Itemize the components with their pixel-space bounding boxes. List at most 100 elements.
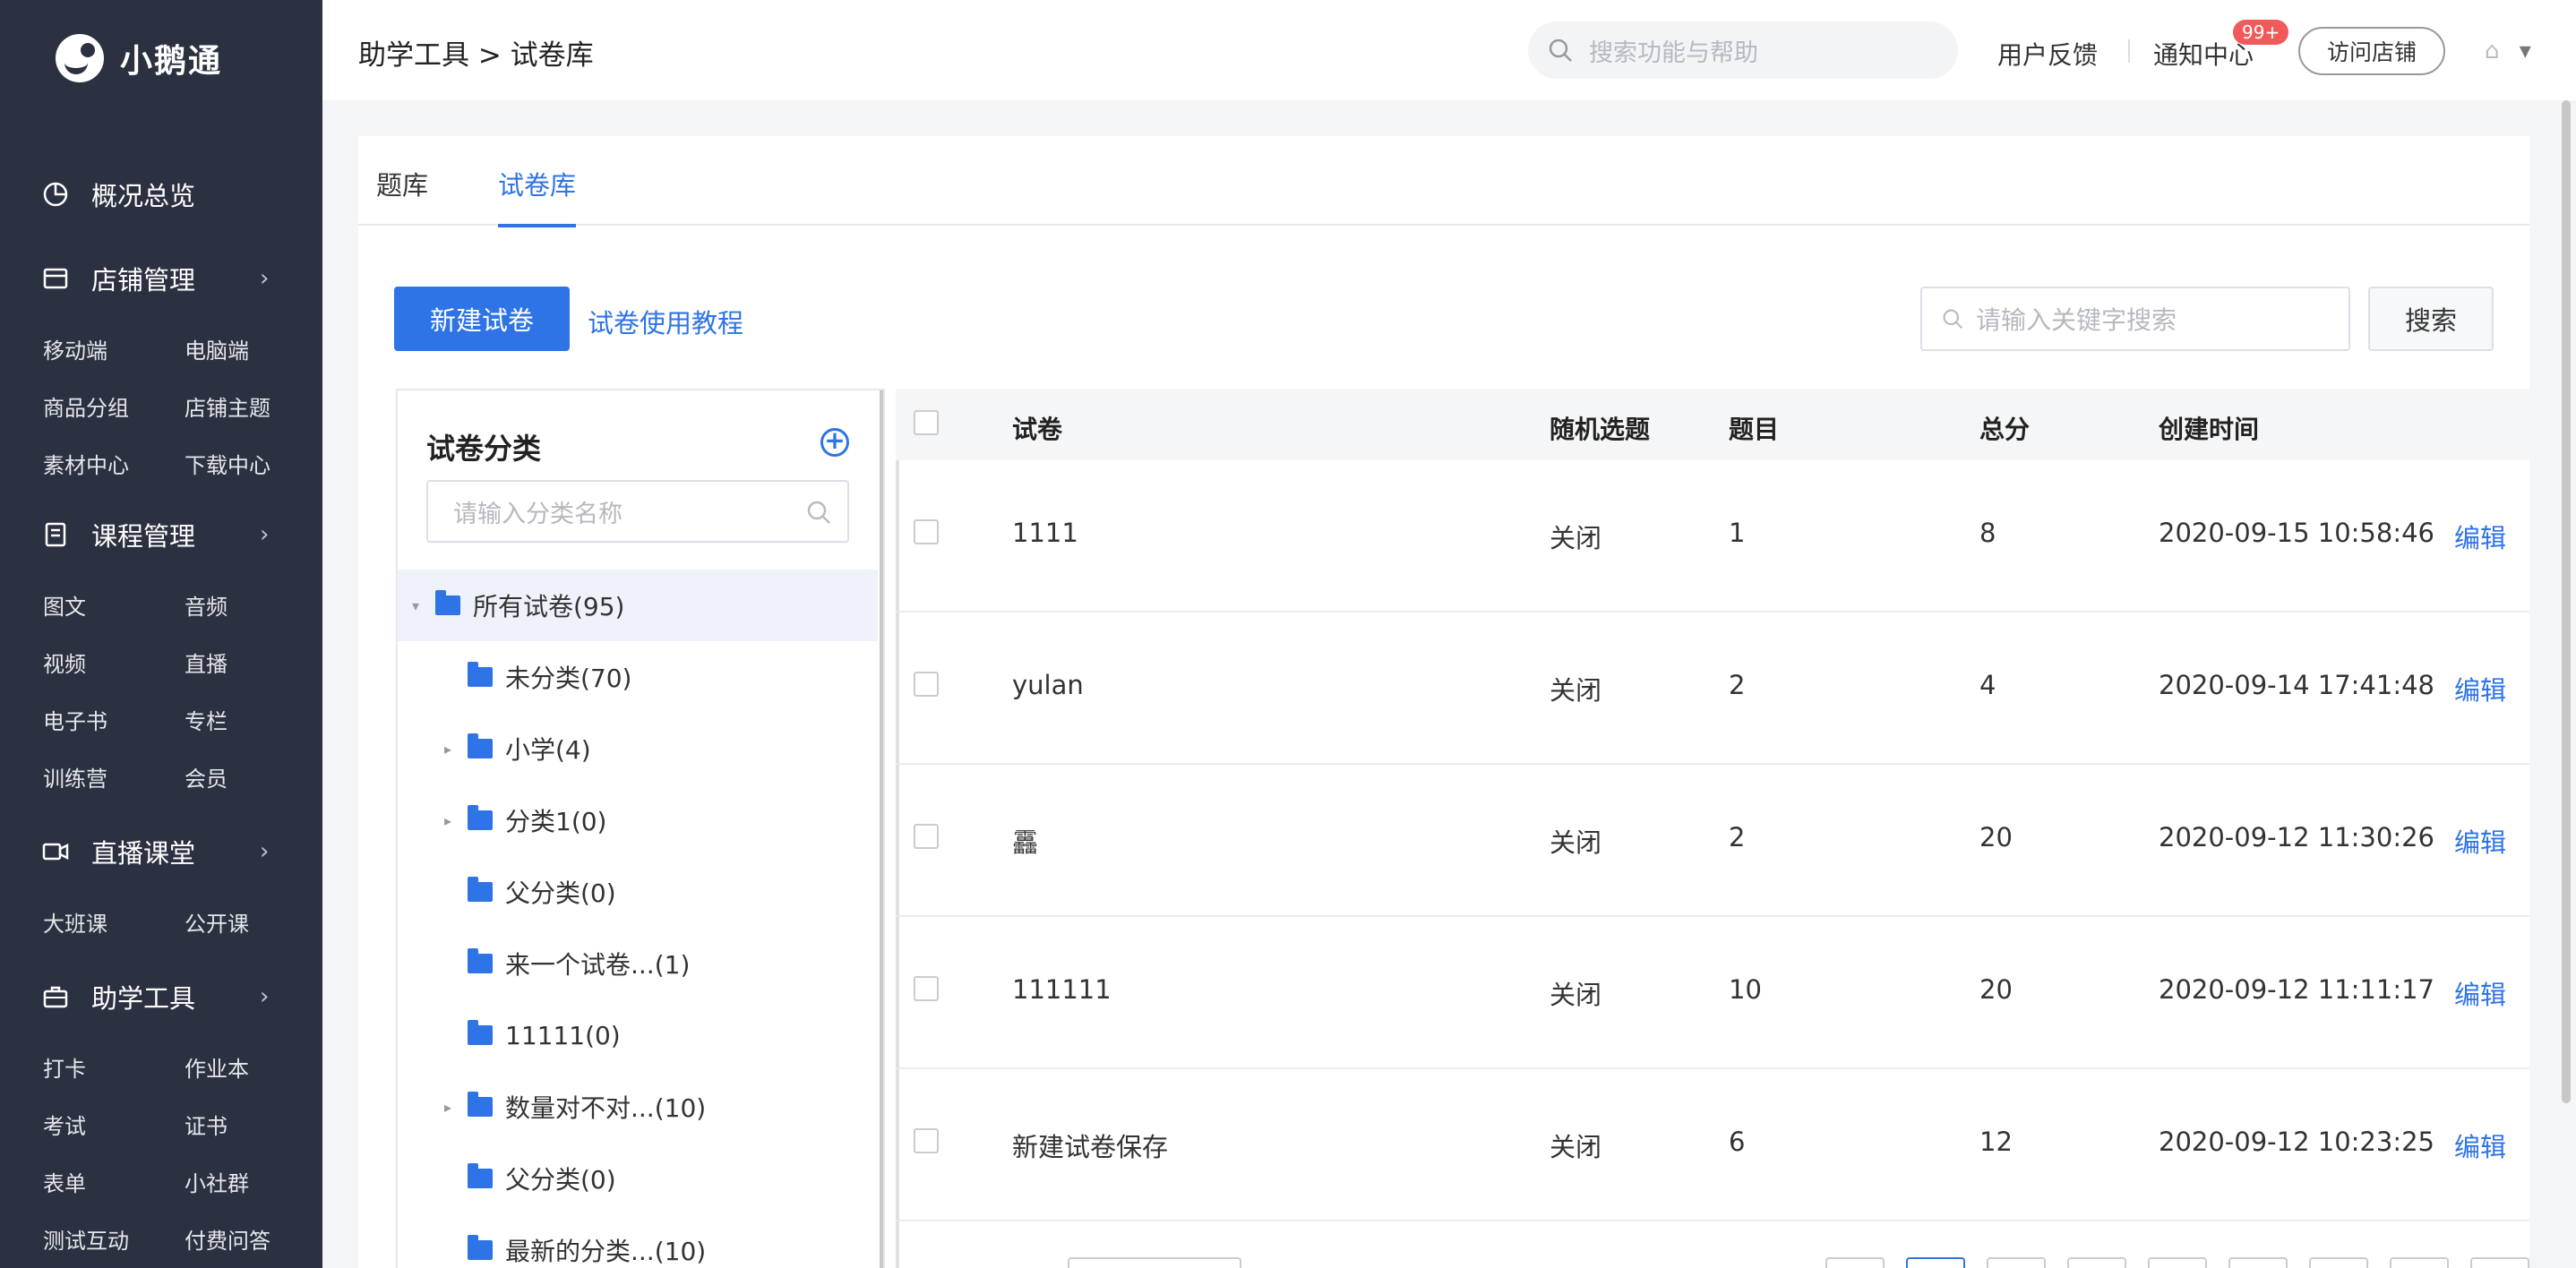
edit-link[interactable]: 编辑 (2454, 822, 2506, 860)
category-label: 父分类(0) (505, 1165, 616, 1195)
sidebar-item[interactable]: 训练营 (43, 761, 107, 792)
page-scrollbar[interactable] (2562, 100, 2571, 1103)
row-checkbox[interactable] (914, 519, 939, 544)
pagination-prev[interactable] (1825, 1257, 1885, 1268)
sidebar-item[interactable]: 大班课 (43, 906, 107, 938)
row-checkbox[interactable] (914, 1128, 939, 1153)
sidebar-item[interactable]: 小社群 (185, 1166, 249, 1197)
category-search-input[interactable]: 请输入分类名称 (426, 480, 849, 543)
app-name: 小鹅通 (120, 43, 223, 80)
new-paper-button[interactable]: 新建试卷 (394, 287, 570, 351)
paper-name: 新建试卷保存 (1012, 1132, 1169, 1162)
row-checkbox[interactable] (914, 976, 939, 1001)
sidebar-item[interactable]: 直播 (185, 647, 228, 678)
feedback-link[interactable]: 用户反馈 (1997, 36, 2098, 72)
sidebar-item[interactable]: 公开课 (185, 906, 249, 938)
paper-tutorial-link[interactable]: 试卷使用教程 (588, 303, 743, 340)
sidebar-item[interactable]: 图文 (43, 589, 86, 621)
sidebar-item[interactable]: 电脑端 (185, 333, 249, 364)
category-tree-item[interactable]: 来一个试卷...(1) (398, 928, 878, 999)
caret-right-icon[interactable]: ▸ (444, 741, 459, 758)
search-button[interactable]: 搜索 (2368, 287, 2494, 351)
category-tree-item[interactable]: ▸ 数量对不对...(10) (398, 1071, 878, 1143)
row-checkbox[interactable] (914, 824, 939, 849)
sidebar-item[interactable]: 专栏 (185, 704, 228, 735)
sidebar-item[interactable]: 下载中心 (185, 448, 270, 479)
keyword-search-input[interactable]: 请输入关键字搜索 (1920, 287, 2350, 351)
total-score: 8 (1979, 518, 1996, 548)
sidebar-section-4[interactable]: 直播课堂 › (41, 833, 269, 870)
question-count: 2 (1729, 822, 1746, 852)
category-label: 小学(4) (505, 735, 591, 765)
pagination-next[interactable] (2470, 1257, 2529, 1268)
folder-icon (468, 877, 493, 902)
edit-link[interactable]: 编辑 (2454, 974, 2506, 1012)
sidebar-item[interactable]: 电子书 (43, 704, 107, 735)
pagination-page[interactable] (2309, 1257, 2368, 1268)
sidebar-section-3[interactable]: 课程管理 › (41, 516, 269, 553)
help-search-input[interactable]: 搜索功能与帮助 (1528, 21, 1958, 79)
chevron-down-icon: ▾ (2519, 38, 2531, 64)
pagination-page[interactable] (2228, 1257, 2288, 1268)
sidebar-item[interactable]: 会员 (185, 761, 228, 792)
pagination-page[interactable] (1906, 1257, 1965, 1268)
pagination-page[interactable] (2148, 1257, 2207, 1268)
page-size-select[interactable] (1068, 1257, 1241, 1268)
category-tree-item[interactable]: ▸ 小学(4) (398, 713, 878, 784)
sidebar-section-1[interactable]: 概况总览 (41, 176, 195, 213)
add-category-icon[interactable]: + (820, 428, 849, 457)
edit-link[interactable]: 编辑 (2454, 1127, 2506, 1164)
sidebar-item[interactable]: 视频 (43, 647, 86, 678)
question-count: 1 (1729, 518, 1746, 548)
caret-down-icon[interactable]: ▾ (412, 597, 426, 614)
sidebar-item[interactable]: 付费问答 (185, 1223, 270, 1255)
sidebar-item[interactable]: 测试互动 (43, 1223, 129, 1255)
category-tree-item[interactable]: 11111(0) (398, 999, 878, 1071)
paper-name: 111111 (1012, 974, 1112, 1005)
category-tree-item[interactable]: 父分类(0) (398, 1143, 878, 1214)
sidebar-section-2[interactable]: 店铺管理 › (41, 260, 269, 297)
user-menu[interactable]: ⌂ ▾ (2485, 38, 2531, 64)
category-tree-item[interactable]: ▸ 分类1(0) (398, 784, 878, 856)
caret-right-icon[interactable]: ▸ (444, 1099, 459, 1116)
sidebar-item[interactable]: 店铺主题 (185, 390, 270, 422)
folder-icon (468, 662, 493, 687)
category-label: 数量对不对...(10) (505, 1093, 707, 1123)
sidebar-item[interactable]: 作业本 (185, 1051, 249, 1083)
visit-store-button[interactable]: 访问店铺 (2298, 27, 2445, 75)
folder-icon (468, 948, 493, 973)
sidebar-section-5[interactable]: 助学工具 › (41, 978, 269, 1015)
pagination-page[interactable] (2067, 1257, 2126, 1268)
sidebar-item[interactable]: 打卡 (43, 1051, 86, 1083)
logo[interactable]: 小鹅通 (56, 34, 222, 82)
tab-question-bank[interactable]: 题库 (376, 165, 428, 224)
select-all-checkbox[interactable] (914, 410, 939, 435)
sidebar-item[interactable]: 音频 (185, 589, 228, 621)
category-tree-item[interactable]: ▾ 所有试卷(95) (398, 570, 878, 641)
row-checkbox[interactable] (914, 672, 939, 697)
briefcase-icon (41, 982, 70, 1011)
chevron-right-icon: › (260, 838, 270, 865)
category-tree-item[interactable]: 最新的分类...(10) (398, 1214, 878, 1268)
edit-link[interactable]: 编辑 (2454, 670, 2506, 707)
created-time: 2020-09-12 11:30:26 (2159, 822, 2434, 852)
edit-link[interactable]: 编辑 (2454, 518, 2506, 555)
folder-icon (468, 805, 493, 830)
sidebar-item[interactable]: 考试 (43, 1109, 86, 1140)
category-scrollbar[interactable] (880, 390, 883, 1268)
category-tree-item[interactable]: 父分类(0) (398, 856, 878, 928)
pagination-page[interactable] (2390, 1257, 2449, 1268)
pagination-page[interactable] (1987, 1257, 2046, 1268)
content-card: 题库 试卷库 新建试卷 试卷使用教程 请输入关键字搜索 搜索 试卷分类 + 请输… (358, 136, 2529, 1268)
sidebar-section-label: 概况总览 (91, 181, 196, 211)
notification-badge: 99+ (2233, 20, 2289, 45)
tab-bar: 题库 试卷库 (358, 136, 2529, 227)
sidebar-item[interactable]: 证书 (185, 1109, 228, 1140)
sidebar-item[interactable]: 商品分组 (43, 390, 129, 422)
caret-right-icon[interactable]: ▸ (444, 812, 459, 829)
tab-paper-library[interactable]: 试卷库 (498, 165, 577, 227)
sidebar-item[interactable]: 素材中心 (43, 448, 129, 479)
sidebar-item[interactable]: 移动端 (43, 333, 107, 364)
category-tree-item[interactable]: 未分类(70) (398, 641, 878, 713)
sidebar-item[interactable]: 表单 (43, 1166, 86, 1197)
